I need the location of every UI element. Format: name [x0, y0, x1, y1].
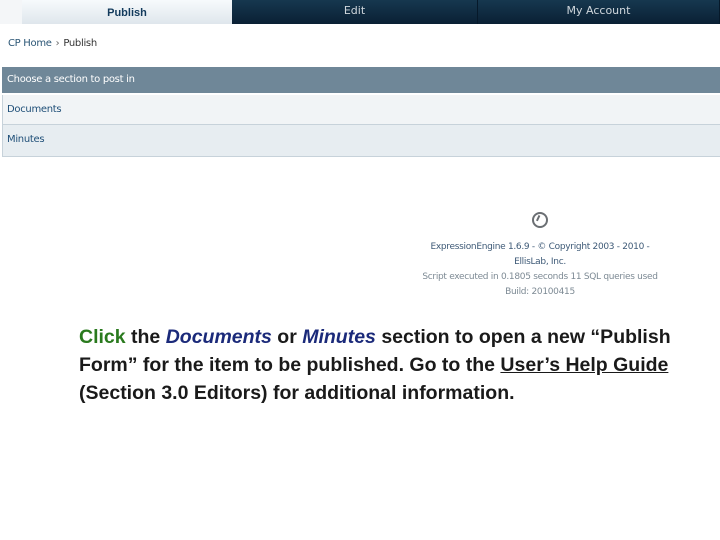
breadcrumb: CP Home › Publish: [8, 38, 97, 49]
tab-edit[interactable]: Edit: [232, 0, 478, 24]
section-item-documents[interactable]: Documents: [2, 95, 720, 125]
section-item-label[interactable]: Documents: [7, 104, 62, 115]
breadcrumb-home-link[interactable]: CP Home: [8, 38, 52, 49]
section-item-label[interactable]: Minutes: [7, 134, 45, 145]
help-guide-link[interactable]: User’s Help Guide: [500, 354, 668, 376]
nav-left-strip: [0, 0, 22, 24]
section-list-header: Choose a section to post in: [2, 67, 720, 93]
instruction-text-part: the: [125, 326, 166, 348]
instruction-text-part: or: [271, 326, 303, 348]
breadcrumb-separator: ›: [55, 38, 60, 49]
footer: ExpressionEngine 1.6.9 - © Copyright 200…: [420, 212, 660, 300]
expressionengine-logo-icon: [532, 212, 548, 228]
footer-build: Build: 20100415: [505, 287, 575, 297]
footer-copyright: ExpressionEngine 1.6.9 - © Copyright 200…: [430, 242, 650, 267]
section-item-minutes[interactable]: Minutes: [2, 125, 720, 157]
tab-publish[interactable]: Publish: [22, 0, 232, 24]
instruction-documents-word: Documents: [165, 326, 272, 348]
breadcrumb-current: Publish: [63, 38, 97, 49]
top-navigation: Publish Edit My Account: [0, 0, 720, 24]
tab-publish-container: Publish: [0, 0, 232, 24]
instruction-click-word: Click: [79, 326, 126, 348]
instruction-text-part: (Section 3.0 Editors) for additional inf…: [79, 382, 515, 404]
instruction-minutes-word: Minutes: [302, 326, 376, 348]
footer-script-stats: Script executed in 0.1805 seconds 11 SQL…: [422, 272, 658, 282]
instruction-text: Click the Documents or Minutes section t…: [79, 323, 699, 407]
tab-my-account[interactable]: My Account: [478, 0, 720, 24]
